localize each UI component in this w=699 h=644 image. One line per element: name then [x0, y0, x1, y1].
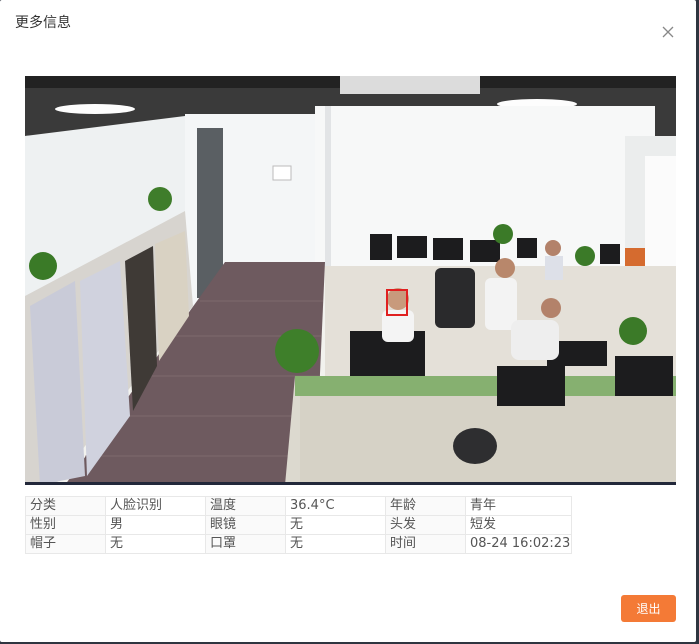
value-hair: 短发 — [465, 515, 572, 535]
label-time: 时间 — [385, 534, 466, 554]
label-mask: 口罩 — [205, 534, 286, 554]
label-hat: 帽子 — [25, 534, 106, 554]
info-table: 分类 人脸识别 温度 36.4°C 年龄 青年 性别 男 眼镜 无 头发 短发 … — [25, 496, 572, 554]
more-info-dialog: 更多信息 分类 人脸识别 温度 36.4°C 年龄 青年 性别 男 眼镜 无 头… — [0, 0, 696, 642]
snapshot-image — [25, 76, 676, 485]
table-row: 分类 人脸识别 温度 36.4°C 年龄 青年 — [25, 496, 572, 516]
exit-button[interactable]: 退出 — [621, 595, 676, 622]
value-gender: 男 — [105, 515, 206, 535]
value-mask: 无 — [285, 534, 386, 554]
dialog-title: 更多信息 — [15, 15, 71, 31]
value-age: 青年 — [465, 496, 572, 516]
value-hat: 无 — [105, 534, 206, 554]
value-time: 08-24 16:02:23 — [465, 534, 572, 554]
table-row: 帽子 无 口罩 无 时间 08-24 16:02:23 — [25, 534, 572, 554]
label-gender: 性别 — [25, 515, 106, 535]
value-category: 人脸识别 — [105, 496, 206, 516]
label-temperature: 温度 — [205, 496, 286, 516]
close-icon[interactable] — [658, 22, 678, 42]
label-hair: 头发 — [385, 515, 466, 535]
value-glasses: 无 — [285, 515, 386, 535]
label-age: 年龄 — [385, 496, 466, 516]
label-category: 分类 — [25, 496, 106, 516]
table-row: 性别 男 眼镜 无 头发 短发 — [25, 515, 572, 535]
value-temperature: 36.4°C — [285, 496, 386, 516]
label-glasses: 眼镜 — [205, 515, 286, 535]
